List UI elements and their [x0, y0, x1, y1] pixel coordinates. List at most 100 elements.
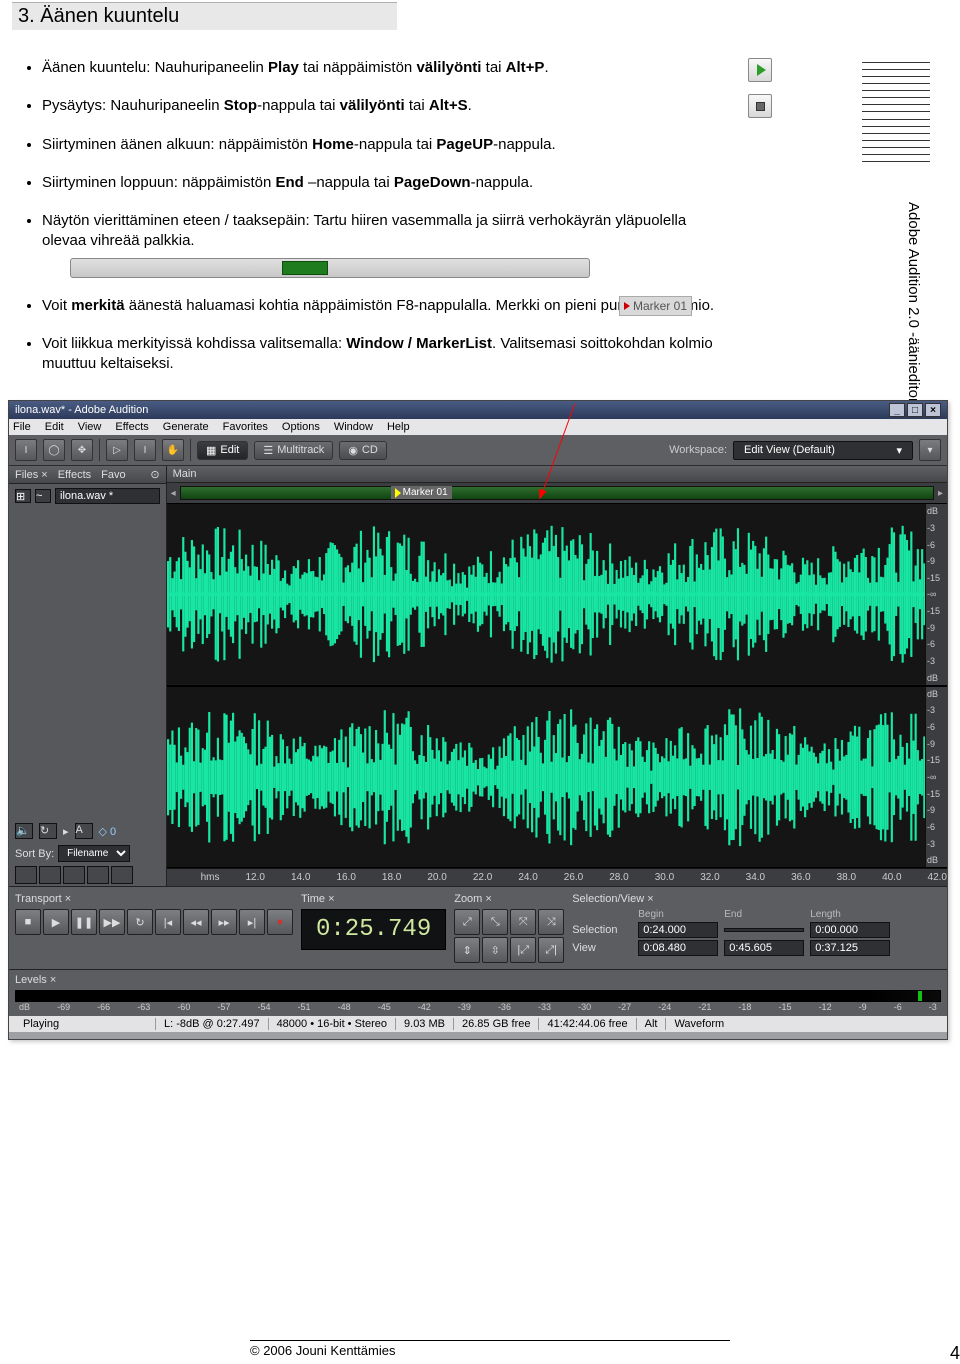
tool-select[interactable]: I	[15, 439, 37, 461]
tab-files[interactable]: Files ×	[15, 469, 48, 481]
tool-beam[interactable]: I	[134, 439, 156, 461]
zoom-left[interactable]: |⤢	[510, 937, 536, 963]
wave-icon: ~	[35, 489, 51, 503]
navigator-bar[interactable]: ◂ Marker 01 ▸	[167, 483, 947, 503]
panel-menu-icon[interactable]: ⊙	[150, 468, 159, 481]
tool-hand[interactable]: ✋	[162, 439, 184, 461]
view-length[interactable]: 0:37.125	[810, 940, 890, 956]
zoom-in-v[interactable]: ⇕	[454, 937, 480, 963]
transport-gostart[interactable]: |◂	[155, 909, 181, 935]
transport-play[interactable]: ▶	[43, 909, 69, 935]
menu-file[interactable]: File	[13, 421, 31, 433]
play-icon-small[interactable]: ▸	[63, 825, 69, 838]
view-begin[interactable]: 0:08.480	[638, 940, 718, 956]
waveform-channel-left[interactable]: dB-3-6-9-15-∞-15-9-6-3dB	[167, 503, 947, 686]
menu-window[interactable]: Window	[334, 421, 373, 433]
menu-bar[interactable]: File Edit View Effects Generate Favorite…	[9, 419, 947, 435]
page-number: 4	[950, 1343, 960, 1364]
files-panel: Files × Effects Favo ⊙ ⊞ ~ ilona.wav * 🔈…	[9, 466, 167, 886]
play-button-icon	[748, 58, 772, 82]
tab-favo[interactable]: Favo	[101, 469, 125, 481]
menu-generate[interactable]: Generate	[163, 421, 209, 433]
decorative-lines	[862, 62, 930, 162]
transport-loop[interactable]: ↻	[127, 909, 153, 935]
section-heading: 3. Äänen kuuntelu	[18, 5, 391, 28]
tab-effects[interactable]: Effects	[58, 469, 91, 481]
sidebtn-1[interactable]	[15, 866, 37, 884]
status-alt: Alt	[636, 1018, 666, 1030]
close-button[interactable]: ×	[925, 403, 941, 417]
filename-label[interactable]: ilona.wav *	[55, 488, 160, 504]
bullet-play: Äänen kuuntelu: Nauhuripaneelin Play tai…	[42, 58, 732, 78]
mode-cd[interactable]: ◉CD	[339, 441, 387, 460]
marker-chip-label: Marker 01	[633, 298, 687, 314]
mode-edit[interactable]: ▦Edit	[197, 441, 248, 460]
sel-end[interactable]	[724, 928, 804, 932]
transport-playloop[interactable]: ▶▶	[99, 909, 125, 935]
minimize-button[interactable]: _	[889, 403, 905, 417]
sidebtn-4[interactable]	[87, 866, 109, 884]
transport-stop[interactable]: ■	[15, 909, 41, 935]
zoom-in-h[interactable]: ⤢	[454, 909, 480, 935]
menu-edit[interactable]: Edit	[45, 421, 64, 433]
zoom-full[interactable]: ⤧	[510, 909, 536, 935]
sort-dropdown[interactable]: Filename	[58, 845, 130, 862]
loop-icon[interactable]: ↻	[39, 823, 57, 839]
page-footer: © 2006 Jouni Kenttämies 4	[250, 1341, 730, 1364]
copyright: © 2006 Jouni Kenttämies	[250, 1343, 395, 1364]
zoom-panel: Zoom × ⤢ ⤡ ⤧ ⤨ ⇕ ⇳ |⤢ ⤢|	[454, 893, 564, 963]
menu-options[interactable]: Options	[282, 421, 320, 433]
tool-move[interactable]: ✥	[71, 439, 93, 461]
transport-ffwd[interactable]: ▸▸	[211, 909, 237, 935]
mode-multitrack[interactable]: ☰Multitrack	[254, 441, 333, 460]
sidebtn-3[interactable]	[63, 866, 85, 884]
levels-panel: Levels × dB-69-66-63-60-57-54-51-48-45-4…	[9, 969, 947, 1016]
waveform-channel-right[interactable]: dB-3-6-9-15-∞-15-9-6-3dB	[167, 686, 947, 869]
waveform-area[interactable]: dB-3-6-9-15-∞-15-9-6-3dB dB-3-6-9-15-∞-1…	[167, 503, 947, 886]
scroll-handle-illustration	[70, 258, 590, 278]
zoom-out-h[interactable]: ⤡	[482, 909, 508, 935]
status-playing: Playing	[15, 1018, 155, 1030]
transport-pause[interactable]: ❚❚	[71, 909, 97, 935]
workspace-menu-button[interactable]: ▾	[919, 439, 941, 461]
maximize-button[interactable]: □	[907, 403, 923, 417]
transport-record[interactable]: ●	[267, 909, 293, 935]
selection-view-panel: Selection/View × Begin End Length Select…	[572, 893, 890, 963]
workspace-dropdown[interactable]: Edit View (Default)▾	[733, 441, 913, 460]
menu-effects[interactable]: Effects	[115, 421, 148, 433]
autoplay-icon[interactable]: A	[75, 823, 93, 839]
transport-rewind[interactable]: ◂◂	[183, 909, 209, 935]
transport-goend[interactable]: ▸|	[239, 909, 265, 935]
sidebtn-5[interactable]	[111, 866, 133, 884]
sidebtn-2[interactable]	[39, 866, 61, 884]
view-end[interactable]: 0:45.605	[724, 940, 804, 956]
sel-length[interactable]: 0:00.000	[810, 922, 890, 938]
zoom-sel[interactable]: ⤨	[538, 909, 564, 935]
file-row[interactable]: ⊞ ~ ilona.wav *	[9, 484, 166, 508]
menu-help[interactable]: Help	[387, 421, 410, 433]
expand-icon[interactable]: ⊞	[15, 489, 31, 503]
marker-flag[interactable]: Marker 01	[391, 486, 452, 499]
menu-favorites[interactable]: Favorites	[223, 421, 268, 433]
main-panel: Main ◂ Marker 01 ▸	[167, 466, 947, 886]
db-scale-left: dB-3-6-9-15-∞-15-9-6-3dB	[925, 504, 947, 685]
bullet-home: Siirtyminen äänen alkuun: näppäimistön H…	[42, 135, 732, 155]
tool-cursor[interactable]: ▷	[106, 439, 128, 461]
sel-begin[interactable]: 0:24.000	[638, 922, 718, 938]
status-timefree: 41:42:44.06 free	[538, 1018, 635, 1030]
tool-lasso[interactable]: ◯	[43, 439, 65, 461]
main-tab[interactable]: Main	[173, 468, 197, 480]
time-ruler[interactable]: hms12.014.016.018.020.022.024.026.028.03…	[167, 868, 947, 886]
menu-view[interactable]: View	[78, 421, 102, 433]
marker-count: ◇ 0	[99, 825, 117, 838]
status-size: 9.03 MB	[395, 1018, 453, 1030]
zoom-out-v[interactable]: ⇳	[482, 937, 508, 963]
speaker-icon[interactable]: 🔈	[15, 823, 33, 839]
sort-label: Sort By:	[15, 848, 54, 860]
zoom-right[interactable]: ⤢|	[538, 937, 564, 963]
instruction-list: Äänen kuuntelu: Nauhuripaneelin Play tai…	[12, 58, 732, 374]
time-display[interactable]: 0:25.749	[301, 909, 446, 950]
toolbar: I ◯ ✥ ▷ I ✋ ▦Edit ☰Multitrack ◉CD Worksp…	[9, 435, 947, 466]
level-meter[interactable]	[15, 990, 941, 1002]
section-heading-box: 3. Äänen kuuntelu	[12, 2, 397, 30]
